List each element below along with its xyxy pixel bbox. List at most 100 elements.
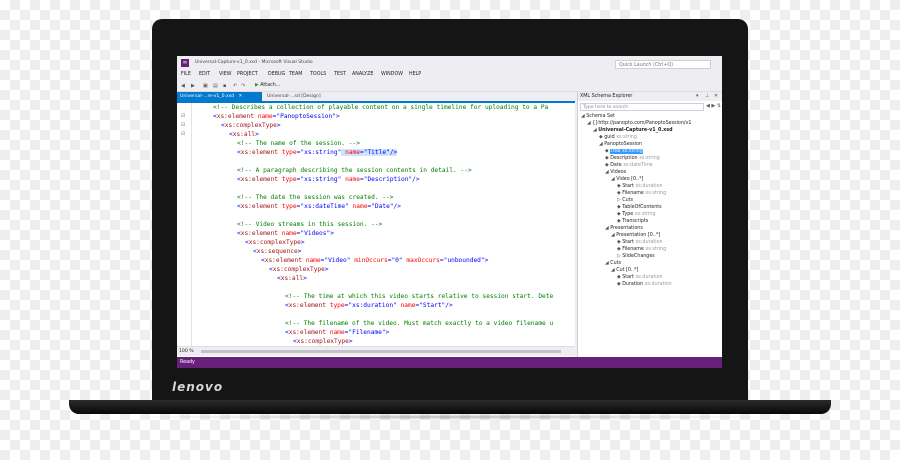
schema-tree-node[interactable]: ◆ guid xs:string — [599, 134, 637, 141]
open-icon[interactable]: ▤ — [213, 83, 218, 89]
zoom-level[interactable]: 100 % — [179, 349, 194, 354]
collapse-icon[interactable]: ⊟ — [181, 113, 185, 119]
code-line[interactable]: <xs:element type="xs:dateTime" name="Dat… — [237, 202, 401, 211]
redo-icon[interactable]: ↷ — [241, 83, 245, 89]
code-line[interactable]: <!-- The date the session was created. -… — [237, 193, 393, 202]
back-icon[interactable]: ◀ — [181, 83, 185, 89]
forward-icon[interactable]: ▶ — [191, 83, 195, 89]
tree-node-label: Start — [622, 275, 634, 280]
schema-tree-node[interactable]: ◆ Type xs:string — [617, 211, 656, 218]
schema-tree-node[interactable]: ◢ {}http://panopto.com/PanoptoSession/v1 — [587, 120, 691, 127]
schema-tree-node[interactable]: ◆ Start xs:duration — [617, 183, 663, 190]
code-line[interactable]: <xs:element name="Filename"> — [285, 328, 389, 337]
explorer-title: XML Schema Explorer — [578, 92, 722, 101]
code-line[interactable]: <xs:complexType> — [245, 238, 305, 247]
attach-button[interactable]: ▶ Attach... — [255, 83, 280, 88]
schema-tree-node[interactable]: ◆ Transcripts — [617, 218, 648, 225]
tree-node-label: Cuts — [610, 261, 621, 266]
code-line[interactable]: <!-- A paragraph describing the session … — [237, 166, 472, 175]
menu-item-team[interactable]: TEAM — [289, 72, 302, 77]
code-line[interactable]: <xs:element type="xs:string" name="Title… — [237, 148, 398, 157]
undo-icon[interactable]: ↶ — [233, 83, 237, 89]
tree-node-label: Presentations — [610, 226, 643, 231]
code-line[interactable]: <xs:element name="Video" minOccurs="0" m… — [261, 256, 488, 265]
toolbar: ◀ ▶ ▣ ▤ ▪ ↶ ↷ ▶ Attach... — [177, 80, 722, 92]
menu-item-window[interactable]: WINDOW — [381, 72, 403, 77]
search-options-icon[interactable]: ◀ ▶ ⇅ — [706, 103, 721, 109]
save-icon[interactable]: ▪ — [223, 83, 226, 89]
menu-item-analyze[interactable]: ANALYZE — [352, 72, 373, 77]
code-line[interactable]: <xs:element type="xs:duration" name="Sta… — [285, 301, 453, 310]
collapse-icon[interactable]: ⊟ — [181, 131, 185, 137]
tree-node-type: xs:string — [620, 149, 643, 154]
tab-xsd-design[interactable]: Universal-...sd [Design] — [264, 92, 352, 101]
code-line[interactable]: <!-- Describes a collection of playable … — [213, 103, 548, 112]
status-text: Ready — [180, 360, 195, 365]
new-item-icon[interactable]: ▣ — [203, 83, 208, 89]
schema-tree-node[interactable]: ◆ Start xs:duration — [617, 274, 663, 281]
schema-tree-node[interactable]: ◆ Duration xs:duration — [617, 281, 672, 288]
schema-tree-node[interactable]: ◢ Cuts — [605, 260, 621, 267]
menu-item-file[interactable]: FILE — [181, 72, 191, 77]
code-line[interactable]: <xs:element name="Videos"> — [237, 229, 334, 238]
schema-tree-node[interactable]: ◆ Start xs:duration — [617, 239, 663, 246]
tab-label: Universal-...sd [Design] — [267, 94, 321, 99]
schema-tree-node[interactable]: ◢ Universal-Capture-v1_0.xsd — [593, 127, 673, 134]
code-line[interactable]: <!-- The filename of the video. Must mat… — [285, 319, 553, 328]
collapse-icon[interactable]: ⊟ — [181, 122, 185, 128]
schema-tree-node[interactable]: ◆ Description xs:string — [605, 155, 660, 162]
menu-item-help[interactable]: HELP — [409, 72, 421, 77]
schema-tree-node[interactable]: ◆ TableOfContents — [617, 204, 662, 211]
menu-item-debug[interactable]: DEBUG — [268, 72, 285, 77]
code-line[interactable]: <xs:sequence> — [253, 247, 301, 256]
tree-node-label: Title — [610, 149, 621, 154]
menu-item-tools[interactable]: TOOLS — [310, 72, 326, 77]
menu-item-test[interactable]: TEST — [334, 72, 346, 77]
schema-tree-node[interactable]: ◆ Filename xs:string — [617, 190, 666, 197]
tree-node-label: Video [0..*] — [616, 177, 644, 182]
tree-node-label: Filename — [622, 191, 644, 196]
schema-search-input[interactable]: Type here to search — [580, 103, 704, 111]
schema-tree-node[interactable]: ◢ Cut [0..*] — [611, 267, 638, 274]
schema-tree-node[interactable]: ▷ Cuts — [617, 197, 633, 204]
pin-icon[interactable]: ⊥ — [705, 92, 709, 101]
schema-tree-node[interactable]: ◢ Presentation [0..*] — [611, 232, 660, 239]
horizontal-scrollbar[interactable]: 100 % — [177, 346, 575, 356]
code-line[interactable]: <xs:element name="PanoptoSession"> — [213, 112, 340, 121]
code-line[interactable]: <xs:element type="xs:string" name="Descr… — [237, 175, 420, 184]
close-icon[interactable]: ✕ — [238, 94, 242, 99]
menu-item-project[interactable]: PROJECT — [237, 72, 258, 77]
schema-tree-node[interactable]: ◢ Video [0..*] — [611, 176, 643, 183]
menu-item-edit[interactable]: EDIT — [199, 72, 210, 77]
code-line[interactable]: <xs:all> — [277, 274, 307, 283]
schema-tree-node[interactable]: ▷ SlideChanges — [617, 253, 655, 260]
tree-node-type: xs:string — [614, 135, 637, 140]
code-line[interactable]: <xs:complexType> — [221, 121, 281, 130]
code-line[interactable]: <!-- Video streams in this session. --> — [237, 220, 382, 229]
code-line[interactable]: <xs:all> — [229, 130, 259, 139]
schema-tree-node[interactable]: ◆ Title xs:string — [605, 148, 643, 155]
schema-tree-node[interactable]: ◢ PanoptoSession — [599, 141, 642, 148]
close-icon[interactable]: ✕ — [714, 92, 718, 101]
schema-tree-node[interactable]: ◆ Filename xs:string — [617, 246, 666, 253]
code-line[interactable]: <!-- The time at which this video starts… — [285, 292, 553, 301]
scrollbar-thumb[interactable] — [201, 350, 561, 353]
tree-node-label: PanoptoSession — [604, 142, 642, 147]
schema-tree-node[interactable]: ◢ Videos — [605, 169, 626, 176]
schema-tree-node[interactable]: ◢ Schema Set — [581, 113, 615, 120]
schema-tree-node[interactable]: ◆ Date xs:dateTime — [605, 162, 653, 169]
tree-node-type: xs:duration — [633, 240, 663, 245]
code-line[interactable]: <xs:complexType> — [269, 265, 329, 274]
attach-label: Attach... — [260, 83, 281, 88]
menu-item-view[interactable]: VIEW — [219, 72, 231, 77]
code-area[interactable]: <!-- Describes a collection of playable … — [177, 103, 575, 346]
tree-node-label: Start — [622, 240, 634, 245]
code-line[interactable]: <xs:complexType> — [293, 337, 353, 346]
code-line[interactable]: <!-- The name of the session. --> — [237, 139, 360, 148]
xml-schema-explorer: XML Schema Explorer ▾ ⊥ ✕ Type here to s… — [577, 92, 722, 357]
quick-launch-input[interactable]: Quick Launch (Ctrl+Q) — [615, 60, 711, 69]
tree-node-label: Duration — [622, 282, 644, 287]
dropdown-icon[interactable]: ▾ — [696, 92, 699, 101]
schema-tree-node[interactable]: ◢ Presentations — [605, 225, 643, 232]
tab-xsd-source[interactable]: Universal-...re-v1_0.xsd ✕ — [177, 92, 262, 101]
